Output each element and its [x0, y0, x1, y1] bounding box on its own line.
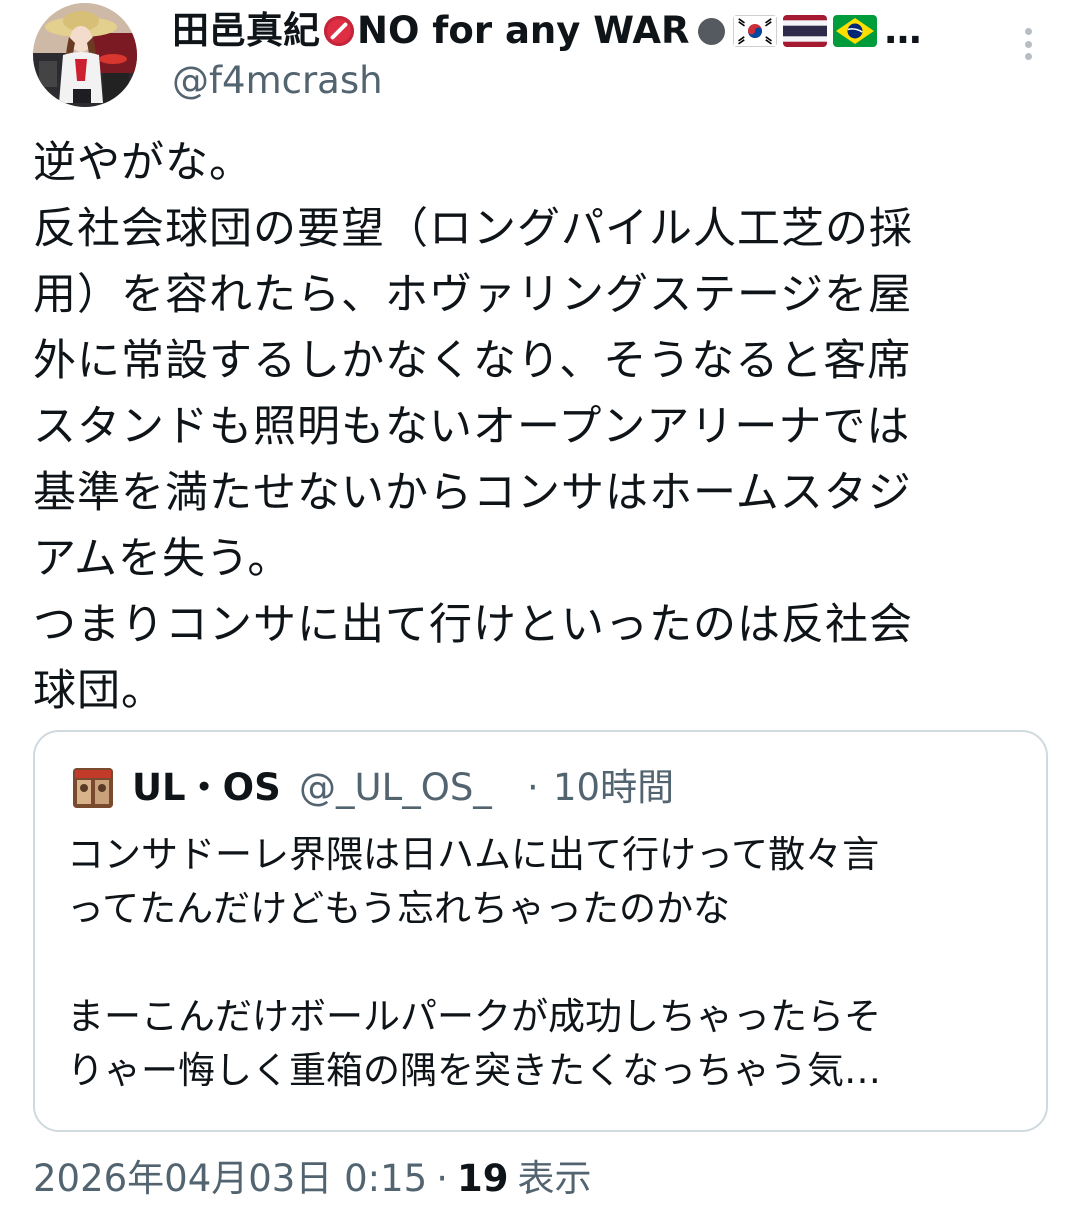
quoted-text-line: コンサドーレ界隈は日ハムに出て行けって散々言 — [67, 833, 880, 876]
meta-separator: · — [436, 1157, 448, 1200]
tweet-text-line: 逆やがな。 — [33, 138, 253, 188]
author-avatar-image — [33, 3, 137, 107]
brazil-flag-icon — [832, 15, 877, 47]
quoted-separator: · — [527, 766, 539, 809]
tweet-text-line: スタンドも照明もないオープンアリーナでは — [33, 402, 911, 452]
no-entry-sign-icon — [324, 16, 354, 46]
tweet-text-line: 反社会球団の要望（ロングパイル人工芝の採 — [33, 204, 913, 254]
quoted-author-avatar[interactable] — [73, 768, 113, 808]
quoted-timestamp[interactable]: 10時間 — [553, 764, 674, 812]
thailand-flag-icon — [782, 15, 827, 47]
tweet-text-line: 外に常設するしかなくなり、そうなると客席 — [33, 336, 912, 386]
more-options-icon[interactable] — [1010, 22, 1046, 66]
views-count[interactable]: 19 — [457, 1153, 509, 1205]
tweet-text: 逆やがな。 反社会球団の要望（ロングパイル人工芝の採 用）を容れたら、ホヴァリン… — [33, 130, 1045, 724]
display-name-text: 田邑真紀 — [172, 9, 320, 52]
tweet-text-line: アムを失う。 — [33, 534, 292, 584]
quoted-text-gap — [67, 936, 1027, 990]
display-name-text-rest: NO for any WAR — [357, 9, 690, 52]
display-name-ellipsis: … — [884, 9, 922, 52]
quoted-text-line: ってたんだけどもう忘れちゃったのかな — [67, 887, 731, 930]
tweet-text-line: つまりコンサに出て行けといったのは反社会 — [33, 600, 913, 650]
tweet-meta: 2026年04月03日 0:15 · 19 表示 — [33, 1153, 591, 1205]
quoted-tweet-card[interactable]: UL・OS @_UL_OS_ · 10時間 コンサドーレ界隈は日ハムに出て行けっ… — [33, 730, 1048, 1132]
black-circle-icon — [697, 17, 725, 45]
views-label[interactable]: 表示 — [517, 1153, 591, 1205]
quoted-text-line: りゃー悔しく重箱の隅を突きたくなっちゃう気… — [67, 1049, 881, 1092]
tweet-text-line: 用）を容れたら、ホヴァリングステージを屋 — [33, 270, 913, 320]
tweet-detail: 田邑真紀 NO for any WAR … @f4mcrash 逆やがな。 反社… — [0, 0, 1080, 1226]
tweet-timestamp[interactable]: 2026年04月03日 0:15 — [33, 1153, 427, 1205]
quoted-author-name[interactable]: UL・OS — [132, 764, 281, 812]
author-display-name[interactable]: 田邑真紀 NO for any WAR … — [172, 8, 962, 54]
quoted-author-handle[interactable]: @_UL_OS_ — [299, 764, 492, 812]
author-handle[interactable]: @f4mcrash — [172, 58, 383, 104]
quoted-author-avatar-image — [73, 768, 113, 808]
author-avatar[interactable] — [33, 3, 137, 107]
quoted-text-line: まーこんだけボールパークが成功しちゃったらそ — [67, 995, 881, 1038]
tweet-text-line: 基準を満たせないからコンサはホームスタジ — [33, 468, 912, 518]
tweet-text-line: 球団。 — [33, 666, 165, 716]
south-korea-flag-icon — [732, 15, 777, 47]
quoted-tweet-text: コンサドーレ界隈は日ハムに出て行けって散々言 ってたんだけどもう忘れちゃったのか… — [67, 828, 1027, 1098]
